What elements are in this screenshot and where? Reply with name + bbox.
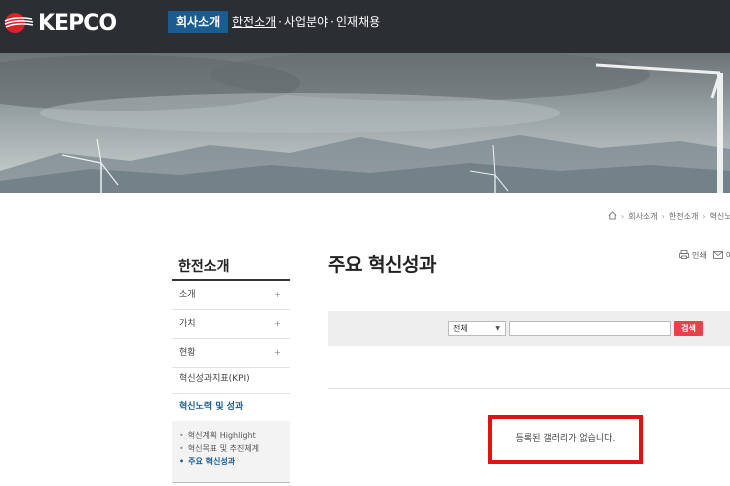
breadcrumb-separator-icon: ›	[621, 212, 625, 221]
search-category-select[interactable]: 전체 ▼	[448, 321, 506, 336]
email-icon[interactable]	[712, 250, 723, 261]
sidebar-item-status[interactable]: 현황 +	[172, 339, 290, 368]
submenu-item-label: 주요 혁신성과	[188, 457, 236, 466]
breadcrumb-item[interactable]: 한전소개	[669, 211, 698, 222]
bullet-icon: •	[179, 457, 185, 466]
sidebar-item-label: 혁신성과지표(KPI)	[179, 374, 250, 384]
kepco-logo[interactable]: KEPCO	[4, 10, 124, 36]
submenu-item-label: 혁신계획 Highlight	[187, 431, 256, 440]
nav-link-recruit[interactable]: 인재채용	[336, 15, 380, 29]
home-icon[interactable]	[608, 211, 617, 222]
sidebar-item-innovation[interactable]: 혁신노력 및 성과	[172, 393, 290, 422]
nav-company-intro[interactable]: 회사소개	[168, 11, 229, 33]
submenu-item-results[interactable]: • 주요 혁신성과	[179, 455, 290, 468]
breadcrumb-separator-icon: ›	[661, 212, 665, 221]
print-icon[interactable]	[679, 250, 689, 261]
logo-text: KEPCO	[38, 10, 117, 36]
bullet-icon: •	[179, 444, 184, 453]
nav-separator: ·	[330, 15, 334, 29]
select-value: 전체	[453, 324, 468, 333]
sidebar-item-values[interactable]: 가치 +	[172, 310, 290, 339]
nav-links: 한전소개 · 사업분야 · 인재채용	[232, 11, 380, 33]
nav-separator: ·	[278, 15, 282, 29]
sidebar-item-label: 현황	[179, 348, 196, 358]
sidebar-title: 한전소개	[178, 259, 230, 275]
email-button[interactable]: 이	[726, 250, 730, 261]
submenu-item-goals[interactable]: • 혁신목표 및 추진체계	[179, 442, 290, 455]
sidebar-item-label: 혁신노력 및 성과	[179, 402, 244, 412]
hero-banner-wind-turbines	[0, 53, 730, 193]
sidebar-item-intro[interactable]: 소개 +	[172, 281, 290, 310]
plus-icon: +	[274, 290, 281, 299]
breadcrumb-separator-icon: ›	[702, 212, 706, 221]
submenu-item-highlight[interactable]: • 혁신계획 Highlight	[179, 429, 290, 442]
page-title: 주요 혁신성과	[328, 254, 437, 276]
breadcrumb-item[interactable]: 혁신노력	[710, 211, 730, 222]
plus-icon: +	[274, 348, 281, 357]
submenu-item-label: 혁신목표 및 추진체계	[187, 444, 260, 453]
empty-gallery-message: 등록된 갤러리가 없습니다.	[488, 415, 643, 464]
search-button[interactable]: 검색	[674, 321, 703, 336]
print-button[interactable]: 인쇄	[692, 250, 707, 261]
content-divider	[328, 388, 730, 389]
nav-link-kepco-intro[interactable]: 한전소개	[232, 15, 276, 29]
page-tools: 인쇄 이	[679, 250, 730, 261]
sidebar-item-label: 가치	[179, 319, 196, 329]
kepco-logo-icon	[4, 12, 34, 34]
breadcrumb: › 회사소개 › 한전소개 › 혁신노력	[608, 211, 730, 222]
sidebar-submenu: • 혁신계획 Highlight • 혁신목표 및 추진체계 • 주요 혁신성과	[172, 421, 290, 483]
nav-link-business[interactable]: 사업분야	[284, 15, 328, 29]
bullet-icon: •	[179, 431, 184, 440]
sidebar-item-kpi[interactable]: 혁신성과지표(KPI)	[172, 365, 290, 394]
plus-icon: +	[274, 319, 281, 328]
chevron-down-icon: ▼	[495, 325, 500, 332]
search-input[interactable]	[509, 321, 671, 336]
top-header: KEPCO 회사소개 한전소개 · 사업분야 · 인재채용	[0, 0, 730, 53]
sidebar-item-label: 소개	[179, 290, 196, 300]
breadcrumb-item[interactable]: 회사소개	[628, 211, 657, 222]
